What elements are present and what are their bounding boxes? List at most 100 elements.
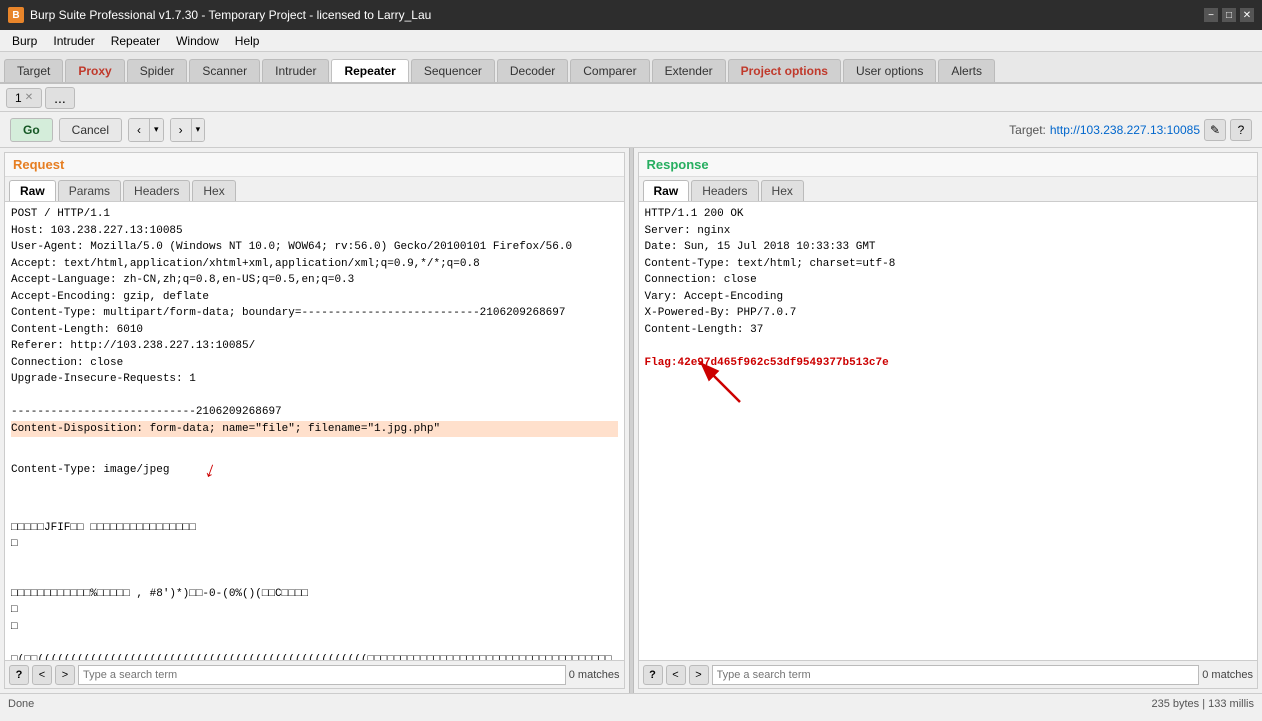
sub-tab-1[interactable]: 1 ✕ (6, 88, 42, 108)
request-line-4: Accept: text/html,application/xhtml+xml,… (11, 258, 480, 270)
request-tab-headers[interactable]: Headers (123, 180, 190, 201)
request-tab-raw[interactable]: Raw (9, 180, 56, 201)
tab-alerts[interactable]: Alerts (938, 59, 995, 82)
go-button[interactable]: Go (10, 118, 53, 142)
request-line-12 (11, 390, 18, 402)
tab-project-options[interactable]: Project options (728, 59, 841, 82)
forward-button[interactable]: › (171, 119, 192, 141)
tab-spider[interactable]: Spider (127, 59, 188, 82)
request-binary-1: □□□□□JFIF□□ □□□□□□□□□□□□□□□□ (11, 522, 196, 534)
menu-repeater[interactable]: Repeater (103, 32, 168, 50)
response-line-1: HTTP/1.1 200 OK (645, 208, 744, 220)
tab-repeater[interactable]: Repeater (331, 59, 408, 82)
tab-proxy[interactable]: Proxy (65, 59, 124, 82)
menu-window[interactable]: Window (168, 32, 227, 50)
request-line-9: Referer: http://103.238.227.13:10085/ (11, 340, 255, 352)
response-search-bar: ? < > 0 matches (639, 660, 1258, 688)
response-tab-headers[interactable]: Headers (691, 180, 758, 201)
tab-sequencer[interactable]: Sequencer (411, 59, 495, 82)
request-line-10: Connection: close (11, 357, 123, 369)
tab-intruder[interactable]: Intruder (262, 59, 329, 82)
tab-comparer[interactable]: Comparer (570, 59, 649, 82)
response-line-4: Content-Type: text/html; charset=utf-8 (645, 258, 896, 270)
forward-button-group: › ▾ (170, 118, 206, 142)
response-search-help[interactable]: ? (643, 665, 663, 685)
back-button[interactable]: ‹ (129, 119, 150, 141)
request-tab-bar: Raw Params Headers Hex (5, 177, 624, 202)
target-url: http://103.238.227.13:10085 (1050, 123, 1200, 137)
tab-scanner[interactable]: Scanner (189, 59, 260, 82)
request-line-6: Accept-Encoding: gzip, deflate (11, 291, 209, 303)
back-dropdown[interactable]: ▾ (150, 119, 163, 141)
request-search-prev[interactable]: < (32, 665, 52, 685)
response-line-5: Connection: close (645, 274, 757, 286)
request-content: POST / HTTP/1.1 Host: 103.238.227.13:100… (5, 202, 624, 660)
tab-decoder[interactable]: Decoder (497, 59, 568, 82)
sub-tab-more[interactable]: ... (45, 87, 75, 109)
window-controls[interactable]: − □ ✕ (1204, 8, 1254, 22)
menu-burp[interactable]: Burp (4, 32, 45, 50)
request-line-2: Host: 103.238.227.13:10085 (11, 225, 183, 237)
title-bar-left: B Burp Suite Professional v1.7.30 - Temp… (8, 7, 431, 23)
request-tab-hex[interactable]: Hex (192, 180, 235, 201)
request-search-help[interactable]: ? (9, 665, 29, 685)
request-binary-2: □ (11, 538, 18, 550)
response-flag: Flag:42e97d465f962c53df9549377b513c7e (645, 357, 889, 369)
request-line-1: POST / HTTP/1.1 (11, 208, 110, 220)
request-binary-5: □□□□□□□□□□□□%□□□□□ , #8')*)□□-0-(0%()(□□… (11, 588, 308, 600)
request-line-11: Upgrade-Insecure-Requests: 1 (11, 373, 196, 385)
maximize-button[interactable]: □ (1222, 8, 1236, 22)
panel-divider[interactable] (629, 148, 634, 693)
request-text[interactable]: POST / HTTP/1.1 Host: 103.238.227.13:100… (5, 202, 624, 660)
status-info: 235 bytes | 133 millis (1151, 698, 1254, 710)
request-binary-6: □ (11, 604, 18, 616)
response-search-input[interactable] (712, 665, 1200, 685)
status-done: Done (8, 698, 34, 710)
sub-tab-bar: 1 ✕ ... (0, 84, 1262, 112)
response-text[interactable]: HTTP/1.1 200 OK Server: nginx Date: Sun,… (639, 202, 1258, 660)
forward-dropdown[interactable]: ▾ (192, 119, 205, 141)
response-title: Response (639, 153, 1258, 177)
request-title: Request (5, 153, 624, 177)
help-target-button[interactable]: ? (1230, 119, 1252, 141)
cancel-button[interactable]: Cancel (59, 118, 122, 142)
response-search-next[interactable]: > (689, 665, 709, 685)
response-tab-raw[interactable]: Raw (643, 180, 690, 201)
response-tab-hex[interactable]: Hex (761, 180, 804, 201)
request-line-16 (11, 505, 18, 517)
request-search-next[interactable]: > (55, 665, 75, 685)
response-search-prev[interactable]: < (666, 665, 686, 685)
response-content: HTTP/1.1 200 OK Server: nginx Date: Sun,… (639, 202, 1258, 660)
arrow-annotation (685, 347, 745, 407)
request-tab-params[interactable]: Params (58, 180, 121, 201)
request-binary-7: □ (11, 621, 18, 633)
back-button-group: ‹ ▾ (128, 118, 164, 142)
request-binary-3 (11, 555, 18, 567)
sub-tab-1-close[interactable]: ✕ (25, 92, 33, 103)
status-bar: Done 235 bytes | 133 millis (0, 693, 1262, 713)
tab-target[interactable]: Target (4, 59, 63, 82)
menu-bar: Burp Intruder Repeater Window Help (0, 30, 1262, 52)
request-binary-8 (11, 637, 18, 649)
request-search-input[interactable] (78, 665, 566, 685)
request-binary-9: □(□□((((((((((((((((((((((((((((((((((((… (11, 654, 612, 661)
request-line-15: Content-Type: image/jpeg ↑ (11, 454, 618, 487)
title-bar: B Burp Suite Professional v1.7.30 - Temp… (0, 0, 1262, 30)
request-search-bar: ? < > 0 matches (5, 660, 624, 688)
tab-extender[interactable]: Extender (652, 59, 726, 82)
response-line-8: Content-Length: 37 (645, 324, 764, 336)
close-button[interactable]: ✕ (1240, 8, 1254, 22)
sub-tab-1-label: 1 (15, 91, 22, 105)
window-title: Burp Suite Professional v1.7.30 - Tempor… (30, 8, 431, 22)
burp-icon: B (8, 7, 24, 23)
menu-intruder[interactable]: Intruder (45, 32, 102, 50)
request-line-7: Content-Type: multipart/form-data; bound… (11, 307, 566, 319)
minimize-button[interactable]: − (1204, 8, 1218, 22)
nav-bar: Go Cancel ‹ ▾ › ▾ Target: http://103.238… (0, 112, 1262, 148)
request-line-8: Content-Length: 6010 (11, 324, 143, 336)
response-panel: Response Raw Headers Hex HTTP/1.1 200 OK… (638, 152, 1259, 689)
tab-user-options[interactable]: User options (843, 59, 936, 82)
menu-help[interactable]: Help (227, 32, 268, 50)
edit-target-button[interactable]: ✎ (1204, 119, 1226, 141)
request-search-matches: 0 matches (569, 669, 620, 681)
